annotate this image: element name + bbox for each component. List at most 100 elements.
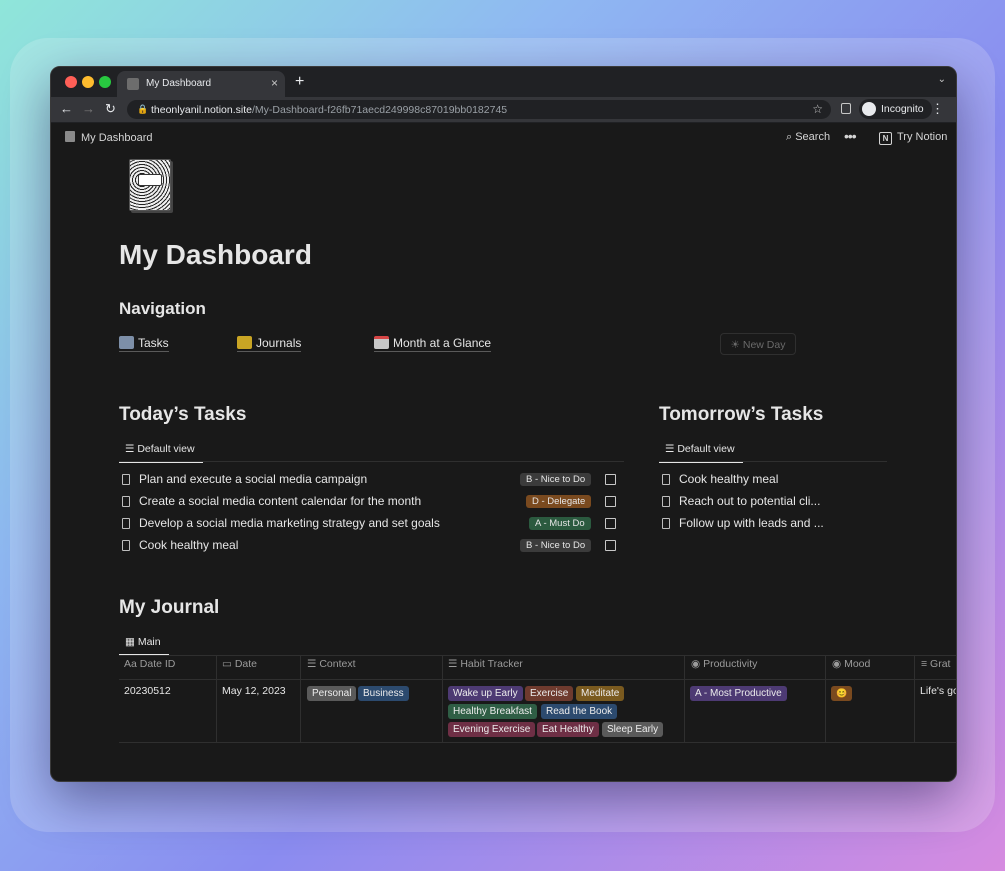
omnibox[interactable]: 🔒 theonlyanil.notion.site/My-Dashboard-f… xyxy=(127,100,831,119)
star-icon[interactable]: ☆ xyxy=(812,102,823,116)
url-host: theonlyanil.notion.site xyxy=(151,104,252,116)
zoom-window-button[interactable] xyxy=(99,76,111,88)
table-view-icon: ▦ xyxy=(125,636,138,648)
cell-gratitude[interactable]: Life's go xyxy=(920,685,956,697)
page-icon xyxy=(122,540,130,551)
task-row[interactable]: Cook healthy meal xyxy=(122,538,238,552)
address-toolbar: ← → ↻ 🔒 theonlyanil.notion.site/My-Dashb… xyxy=(51,97,956,123)
table-bottom-border xyxy=(119,742,956,743)
mood-tag: 😊 xyxy=(831,686,853,701)
url-text: theonlyanil.notion.site/My-Dashboard-f26… xyxy=(151,104,507,116)
navigation-heading: Navigation xyxy=(119,299,206,318)
browser-window: My Dashboard × + ⌄ ← → ↻ 🔒 theonlyanil.n… xyxy=(50,66,957,782)
column-label: Productivity xyxy=(703,658,758,670)
page-icon xyxy=(122,518,130,529)
column-header-date-id[interactable]: Aa Date ID xyxy=(124,658,175,670)
close-window-button[interactable] xyxy=(65,76,77,88)
calendar-icon: ▭ xyxy=(222,658,235,670)
page-title: My Dashboard xyxy=(119,239,312,270)
text-icon: ≡ xyxy=(921,658,931,670)
task-row[interactable]: Follow up with leads and ... xyxy=(662,516,824,530)
breadcrumb[interactable]: My Dashboard xyxy=(65,131,153,144)
column-divider xyxy=(442,656,443,742)
task-title: Cook healthy meal xyxy=(679,472,779,486)
task-row[interactable]: Cook healthy meal xyxy=(662,472,778,486)
notebook-label-icon xyxy=(138,174,162,186)
minimize-window-button[interactable] xyxy=(82,76,94,88)
incognito-label: Incognito xyxy=(881,103,924,115)
incognito-profile[interactable]: Incognito xyxy=(859,99,932,119)
priority-badge: B - Nice to Do xyxy=(520,473,592,486)
column-header-mood[interactable]: ◉ Mood xyxy=(832,658,870,670)
column-header-context[interactable]: ☰ Context xyxy=(307,658,356,670)
done-checkbox[interactable] xyxy=(605,474,616,485)
column-divider xyxy=(684,656,685,742)
todays-tasks-heading: Today’s Tasks xyxy=(119,404,247,425)
column-divider xyxy=(914,656,915,742)
done-checkbox[interactable] xyxy=(605,496,616,507)
nav-link-label: Tasks xyxy=(138,336,169,350)
habit-tag: Read the Book xyxy=(541,704,618,719)
nav-link-journals[interactable]: Journals xyxy=(237,336,302,352)
view-label: Default view xyxy=(677,443,735,455)
multi-select-icon: ☰ xyxy=(448,658,461,670)
context-tag: Business xyxy=(358,686,409,701)
task-title: Cook healthy meal xyxy=(139,538,239,552)
today-default-view-tab[interactable]: ☰ Default view xyxy=(119,443,203,463)
tomorrow-default-view-tab[interactable]: ☰ Default view xyxy=(659,443,743,463)
journal-main-view-tab[interactable]: ▦ Main xyxy=(119,636,169,656)
incognito-icon xyxy=(862,102,876,116)
tomorrows-tasks-heading: Tomorrow’s Tasks xyxy=(659,404,824,425)
cell-date-id[interactable]: 20230512 xyxy=(124,685,171,697)
nav-link-tasks[interactable]: Tasks xyxy=(119,336,169,352)
tab-search-icon[interactable]: ⌄ xyxy=(938,74,946,85)
column-label: Context xyxy=(319,658,356,670)
view-label: Default view xyxy=(137,443,195,455)
nav-link-label: Month at a Glance xyxy=(393,336,492,350)
done-checkbox[interactable] xyxy=(605,540,616,551)
productivity-tag: A - Most Productive xyxy=(690,686,787,701)
text-property-icon: Aa xyxy=(124,658,140,670)
column-label: Date ID xyxy=(139,658,176,670)
column-header-productivity[interactable]: ◉ Productivity xyxy=(691,658,757,670)
column-divider xyxy=(300,656,301,742)
done-checkbox[interactable] xyxy=(605,518,616,529)
cell-date[interactable]: May 12, 2023 xyxy=(222,685,286,697)
status-icon: ◉ xyxy=(691,658,704,670)
column-label: Grat xyxy=(930,658,951,670)
back-icon[interactable]: ← xyxy=(60,101,73,116)
priority-badge: D - Delegate xyxy=(526,495,592,508)
forward-icon[interactable]: → xyxy=(82,101,95,116)
habit-tag: Evening Exercise xyxy=(448,722,536,737)
divider xyxy=(119,461,624,462)
notebook-icon xyxy=(127,78,139,90)
divider xyxy=(659,461,887,462)
search-button[interactable]: ⌕ Search xyxy=(786,131,830,144)
lock-icon: 🔒 xyxy=(137,104,149,114)
task-row[interactable]: Develop a social media marketing strateg… xyxy=(122,516,440,530)
side-panel-icon[interactable] xyxy=(841,103,851,114)
page-icon-notebook xyxy=(129,159,171,211)
search-icon: ⌕ xyxy=(786,131,796,143)
breadcrumb-label: My Dashboard xyxy=(81,132,153,144)
task-row[interactable]: Create a social media content calendar f… xyxy=(122,494,421,508)
column-header-habit-tracker[interactable]: ☰ Habit Tracker xyxy=(448,658,523,670)
tab-bar: My Dashboard × + ⌄ xyxy=(51,67,956,97)
column-header-gratitude[interactable]: ≡ Grat xyxy=(921,658,950,670)
task-title: Develop a social media marketing strateg… xyxy=(139,516,440,530)
try-notion-button[interactable]: N Try Notion xyxy=(879,131,947,145)
view-label: Main xyxy=(137,636,161,648)
kebab-icon[interactable]: ⋮ xyxy=(931,101,944,117)
reload-icon[interactable]: ↻ xyxy=(105,101,116,117)
new-day-button[interactable]: ☀ New Day xyxy=(720,333,796,355)
header-bottom-border xyxy=(119,679,956,680)
new-tab-button[interactable]: + xyxy=(295,73,304,91)
page-icon xyxy=(122,474,130,485)
more-options-icon[interactable]: ••• xyxy=(844,128,857,144)
close-tab-icon[interactable]: × xyxy=(271,76,278,90)
task-row[interactable]: Plan and execute a social media campaign xyxy=(122,472,367,486)
nav-link-month-at-a-glance[interactable]: Month at a Glance xyxy=(374,336,492,352)
column-header-date[interactable]: ▭ Date xyxy=(222,658,257,670)
task-row[interactable]: Reach out to potential cli... xyxy=(662,494,820,508)
browser-tab[interactable]: My Dashboard × xyxy=(117,71,285,97)
